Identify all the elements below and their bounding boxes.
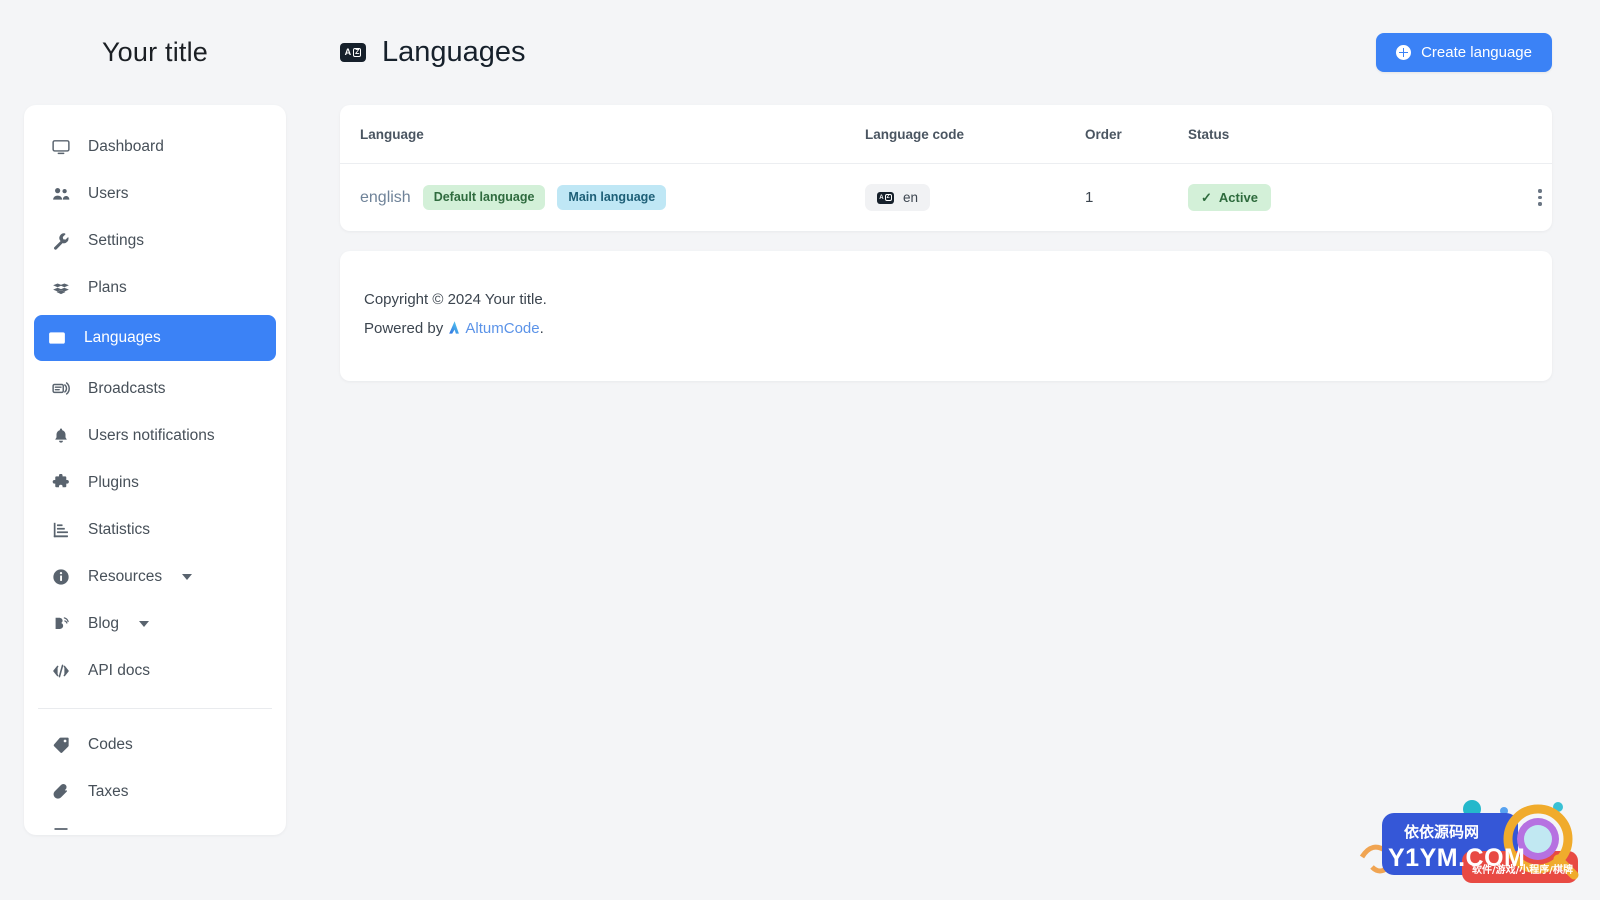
sidebar-card: Dashboard Users Settings Plans A Z Languages Br…	[24, 105, 286, 835]
cell-language: english Default language Main language	[340, 164, 865, 232]
sidebar: Your title Dashboard Users Settings Plans A Z…	[24, 0, 286, 900]
column-header-order: Order	[1085, 105, 1188, 164]
languages-table: Language Language code Order Status engl…	[340, 105, 1552, 231]
page-title-group: AZ Languages	[340, 36, 526, 69]
table-row: english Default language Main language AZ …	[340, 164, 1552, 232]
sidebar-item-label: Broadcasts	[88, 379, 166, 397]
brand-title: Your title	[101, 37, 209, 67]
sidebar-item-users[interactable]: Users	[38, 177, 272, 211]
sidebar-item-plans[interactable]: Plans	[38, 271, 272, 305]
sidebar-divider	[38, 708, 272, 709]
sidebar-nav: Dashboard Users Settings Plans A Z Languages Br…	[24, 123, 286, 694]
sidebar-item-settings[interactable]: Settings	[38, 224, 272, 258]
sidebar-item-label: Blog	[88, 614, 120, 632]
translate-icon: AZ	[340, 43, 366, 62]
language-code-chip: AZ en	[865, 184, 931, 211]
sidebar-item-resources[interactable]: Resources	[38, 560, 272, 594]
sidebar-item-blog[interactable]: Blog	[38, 607, 272, 641]
status-badge: ✓ Active	[1188, 184, 1271, 211]
footer-copyright: Copyright © 2024 Your title.	[364, 291, 547, 308]
table-body: english Default language Main language AZ …	[340, 164, 1552, 232]
language-cell-group: english Default language Main language	[360, 185, 865, 210]
translate-icon: AZ	[877, 191, 894, 204]
badge-blue: Main language	[557, 185, 667, 210]
info-circle-icon	[52, 568, 74, 586]
dash-icon	[52, 821, 70, 835]
app-root: Your title Dashboard Users Settings Plans A Z…	[0, 0, 1600, 900]
watermark-site-cn: 依依源码网	[1404, 823, 1479, 841]
cell-language-code: AZ en	[865, 164, 1085, 232]
footer-powered-by: Powered by AltumCode.	[364, 315, 1528, 346]
altumcode-link[interactable]: AltumCode	[465, 320, 539, 337]
language-name-link[interactable]: english	[360, 189, 411, 207]
svg-text:Z: Z	[58, 336, 61, 341]
cell-actions	[1428, 164, 1552, 232]
sidebar-item-languages[interactable]: A Z Languages	[34, 315, 276, 361]
languages-table-card: Language Language code Order Status engl…	[340, 105, 1552, 231]
sidebar-item-api-docs[interactable]: API docs	[38, 654, 272, 688]
create-language-label: Create language	[1421, 44, 1532, 61]
wrench-icon	[52, 232, 74, 250]
sidebar-item-dashboard[interactable]: Dashboard	[38, 130, 272, 164]
sidebar-item-label: Statistics	[88, 520, 151, 538]
status-label: Active	[1218, 190, 1258, 205]
footer-powered-suffix: .	[539, 319, 544, 337]
column-header-actions	[1428, 105, 1552, 164]
sidebar-nav-secondary: Codes Taxes	[24, 721, 286, 815]
footer-powered-prefix: Powered by	[364, 319, 448, 337]
sidebar-item-label: Languages	[84, 329, 161, 346]
chevron-down-icon	[182, 573, 193, 580]
badge-green: Default language	[422, 185, 546, 210]
sidebar-item-label: Dashboard	[88, 137, 164, 155]
footer-card: Copyright © 2024 Your title. Powered by …	[340, 251, 1552, 381]
page-header: AZ Languages Create language	[340, 0, 1552, 105]
watermark-tagline: 软件/游戏/小程序/棋牌	[1472, 863, 1573, 876]
sidebar-item-label: Plans	[88, 278, 127, 296]
sidebar-item-codes[interactable]: Codes	[38, 728, 272, 762]
blog-icon	[52, 615, 74, 633]
boxes-icon	[52, 279, 74, 297]
sidebar-item-statistics[interactable]: Statistics	[38, 513, 272, 547]
sidebar-item-label: Settings	[88, 231, 145, 249]
altumcode-logo-icon	[447, 317, 463, 346]
column-header-language: Language	[340, 105, 865, 164]
bar-chart-icon	[52, 521, 74, 539]
sidebar-item-partial[interactable]	[38, 821, 272, 835]
puzzle-icon	[52, 473, 74, 492]
sidebar-item-users-notifications[interactable]: Users notifications	[38, 419, 272, 453]
bell-icon	[52, 427, 74, 445]
sidebar-item-label: Users	[88, 184, 129, 202]
translate-icon: AZ	[48, 329, 70, 347]
order-value: 1	[1085, 189, 1094, 206]
tag-icon	[52, 736, 74, 754]
kebab-menu-icon[interactable]	[1528, 186, 1552, 210]
paperclip-icon	[52, 783, 74, 801]
sidebar-item-label: Codes	[88, 735, 133, 753]
code-brackets-icon	[52, 662, 74, 680]
create-language-button[interactable]: Create language	[1376, 33, 1552, 72]
sidebar-item-label: Users notifications	[88, 426, 215, 444]
sidebar-item-plugins[interactable]: Plugins	[38, 466, 272, 500]
table-header-row: Language Language code Order Status	[340, 105, 1552, 164]
broadcast-icon	[52, 380, 74, 398]
column-header-status: Status	[1188, 105, 1428, 164]
sidebar-item-label: Plugins	[88, 473, 139, 491]
sidebar-item-label: Taxes	[88, 782, 129, 800]
chevron-down-icon	[139, 620, 150, 627]
main-content: AZ Languages Create language Language La…	[340, 0, 1552, 381]
monitor-icon	[52, 138, 74, 156]
cell-status: ✓ Active	[1188, 164, 1428, 232]
sidebar-item-label: API docs	[88, 661, 151, 679]
plus-circle-icon	[1396, 45, 1412, 60]
page-title: Languages	[382, 36, 526, 68]
column-header-language-code: Language code	[865, 105, 1085, 164]
sidebar-item-label: Resources	[88, 567, 163, 585]
cell-order: 1	[1085, 164, 1188, 232]
watermark: 依依源码网 Y1YM.COM 软件/游戏/小程序/棋牌	[1352, 795, 1584, 893]
sidebar-item-broadcasts[interactable]: Broadcasts	[38, 372, 272, 406]
users-icon	[52, 185, 74, 203]
sidebar-item-taxes[interactable]: Taxes	[38, 775, 272, 809]
check-icon: ✓	[1201, 190, 1212, 205]
language-code-value: en	[903, 190, 919, 205]
